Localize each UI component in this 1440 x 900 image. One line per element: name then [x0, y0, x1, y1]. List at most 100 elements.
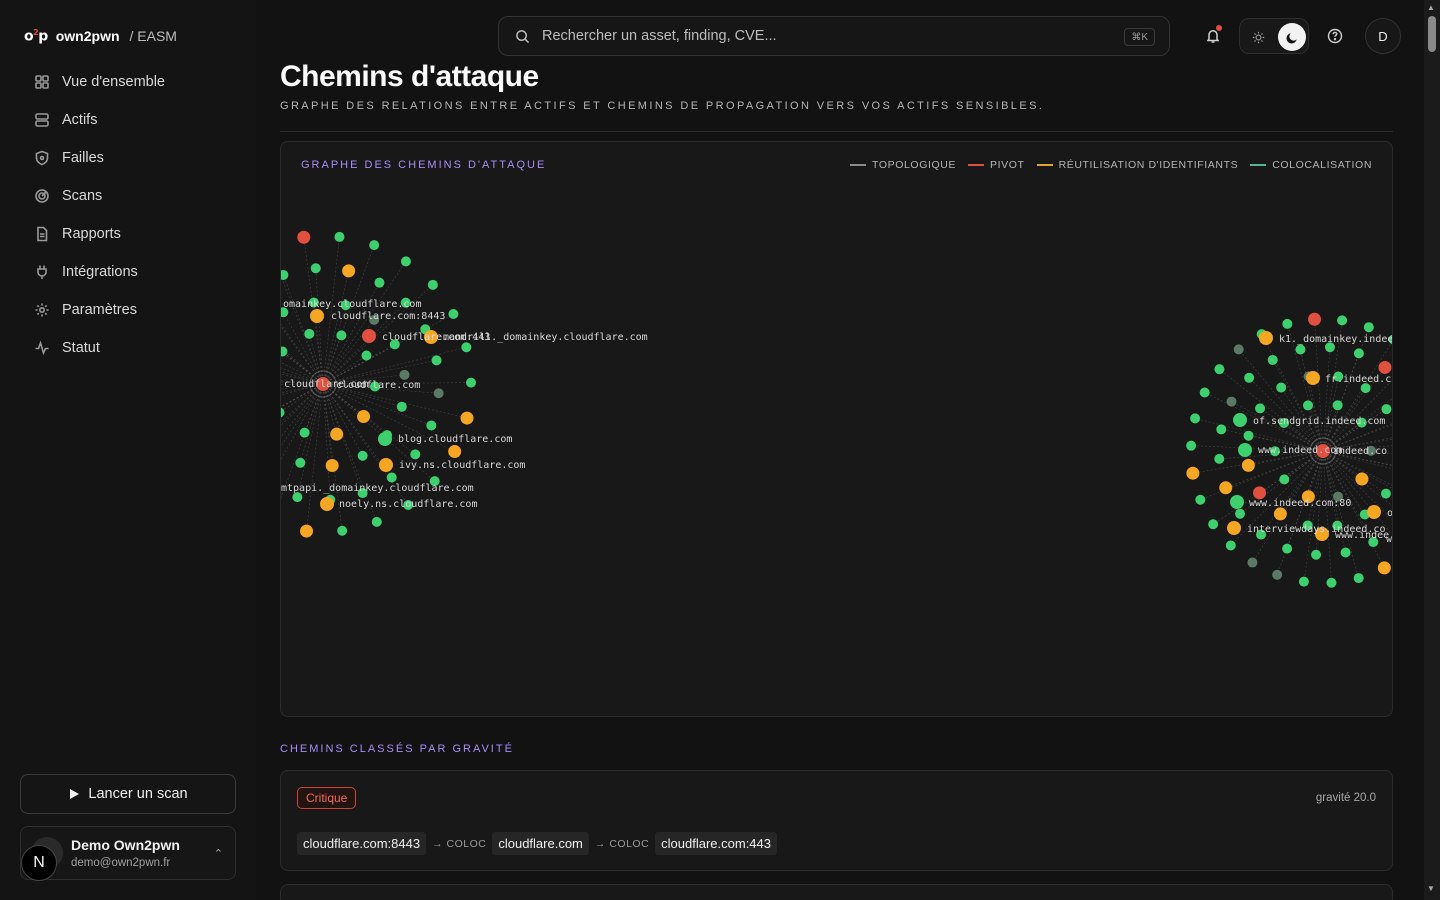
path-node[interactable]: cloudflare.com:8443	[297, 832, 427, 855]
graph-node[interactable]	[1282, 318, 1293, 329]
graph-node[interactable]	[369, 240, 380, 251]
graph-node[interactable]	[1306, 371, 1320, 385]
graph-node[interactable]	[1337, 315, 1348, 326]
graph-node[interactable]	[281, 407, 285, 418]
graph-node[interactable]	[1255, 403, 1266, 414]
graph-node[interactable]	[448, 309, 459, 320]
node-label[interactable]: www.indeed.com:80	[1249, 498, 1351, 509]
graph-node[interactable]	[371, 516, 382, 527]
graph-node[interactable]	[1363, 322, 1374, 333]
graph-node[interactable]	[320, 497, 334, 511]
node-label[interactable]: www.indeed.com	[1258, 445, 1342, 456]
graph-node[interactable]	[1243, 430, 1254, 441]
sidebar-item-status[interactable]: Statut	[20, 329, 236, 367]
graph-node[interactable]	[410, 449, 421, 460]
graph-node[interactable]	[1353, 573, 1364, 584]
graph-node[interactable]	[1214, 453, 1225, 464]
graph-node[interactable]	[461, 342, 472, 353]
attack-graph[interactable]: omainkey.cloudflare.comcloudflare.com:84…	[281, 142, 1393, 717]
launch-scan-button[interactable]: Lancer un scan	[20, 774, 236, 814]
sidebar-item-settings[interactable]: Paramètres	[20, 291, 236, 329]
sun-icon[interactable]	[1248, 27, 1268, 47]
graph-node[interactable]	[1302, 400, 1313, 411]
graph-node[interactable]	[310, 263, 321, 274]
graph-node[interactable]	[1391, 519, 1393, 529]
attack-path-card[interactable]: Critique gravité 20.0 cloudflare.com:844…	[280, 770, 1393, 871]
moon-icon[interactable]	[1278, 23, 1306, 51]
scroll-down-icon[interactable]: ▼	[1427, 884, 1435, 893]
graph-node[interactable]	[334, 231, 345, 242]
graph-node[interactable]	[1230, 495, 1244, 509]
path-node[interactable]: cloudflare.com	[492, 832, 589, 855]
profile-button[interactable]: D	[1365, 18, 1401, 54]
scroll-up-icon[interactable]: ▲	[1427, 3, 1435, 12]
graph-node[interactable]	[1190, 413, 1201, 424]
sidebar-item-scans[interactable]: Scans	[20, 177, 236, 215]
graph-node[interactable]	[357, 450, 368, 461]
scroll-thumb[interactable]	[1428, 16, 1436, 52]
graph-node[interactable]	[362, 329, 376, 343]
sidebar-item-overview[interactable]: Vue d'ensemble	[20, 63, 236, 101]
graph-node[interactable]	[357, 410, 371, 424]
notifications-button[interactable]	[1195, 18, 1231, 54]
graph-node[interactable]	[1340, 547, 1351, 558]
node-label[interactable]: omainkey.cloudflare.com	[283, 299, 421, 310]
graph-node[interactable]	[1273, 507, 1287, 521]
graph-node[interactable]	[281, 269, 289, 280]
graph-node[interactable]	[399, 369, 410, 380]
graph-node[interactable]	[460, 411, 474, 425]
graph-node[interactable]	[310, 309, 324, 323]
graph-node[interactable]	[1259, 331, 1273, 345]
node-label[interactable]: k1._domainkey.indee	[1279, 334, 1393, 345]
search-input[interactable]: Rechercher un asset, finding, CVE... ⌘K	[498, 16, 1170, 56]
graph-node[interactable]	[325, 458, 339, 472]
graph-node[interactable]	[1233, 413, 1247, 427]
graph-node[interactable]	[374, 277, 385, 288]
path-node[interactable]: cloudflare.com:443	[655, 832, 777, 855]
graph-node[interactable]	[379, 458, 393, 472]
graph-node[interactable]	[1226, 396, 1237, 407]
graph-node[interactable]	[1298, 576, 1309, 587]
graph-node[interactable]	[1355, 472, 1369, 486]
graph-node[interactable]	[1216, 424, 1227, 435]
graph-node[interactable]	[1276, 382, 1287, 393]
graph-node[interactable]	[299, 427, 310, 438]
graph-node[interactable]	[427, 279, 438, 290]
graph-node[interactable]	[337, 525, 348, 536]
node-label[interactable]: blog.cloudflare.com	[398, 434, 512, 445]
graph-node[interactable]	[1332, 400, 1343, 411]
scrollbar[interactable]: ▲ ▼	[1424, 0, 1440, 900]
graph-node[interactable]	[330, 427, 344, 441]
graph-node[interactable]	[1244, 372, 1255, 383]
graph-node[interactable]	[1272, 569, 1283, 580]
user-menu[interactable]: N Demo Own2pwn demo@own2pwn.fr ⌃	[20, 826, 236, 881]
graph-node[interactable]	[1381, 404, 1392, 415]
graph-node[interactable]	[1295, 344, 1306, 355]
node-label[interactable]: fr.indeed.c	[1325, 374, 1391, 385]
graph-node[interactable]	[336, 330, 347, 341]
sidebar-item-reports[interactable]: Rapports	[20, 215, 236, 253]
graph-node[interactable]	[1186, 440, 1197, 451]
graph-node[interactable]	[431, 355, 442, 366]
graph-node[interactable]	[1219, 481, 1233, 495]
graph-node[interactable]	[396, 401, 407, 412]
graph-node[interactable]	[378, 432, 392, 446]
graph-node[interactable]	[1377, 561, 1391, 575]
graph-node[interactable]	[433, 388, 444, 399]
graph-node[interactable]	[400, 256, 411, 267]
graph-node[interactable]	[304, 328, 315, 339]
graph-node[interactable]	[386, 472, 397, 483]
sidebar-item-vulnerabilities[interactable]: Failles	[20, 139, 236, 177]
graph-node[interactable]	[342, 264, 356, 278]
graph-node[interactable]	[1227, 521, 1241, 535]
graph-node[interactable]	[1392, 461, 1393, 471]
graph-node[interactable]	[1308, 312, 1322, 326]
graph-node[interactable]	[426, 420, 437, 431]
graph-node[interactable]	[1380, 488, 1391, 499]
node-label[interactable]: cloudflare.com	[336, 380, 420, 391]
node-label[interactable]: mandrill._domainkey.cloudflare.com	[443, 332, 648, 343]
graph-node[interactable]	[361, 350, 372, 361]
attack-path-card[interactable]	[280, 884, 1393, 900]
graph-node[interactable]	[1225, 540, 1236, 551]
graph-node[interactable]	[1282, 543, 1293, 554]
